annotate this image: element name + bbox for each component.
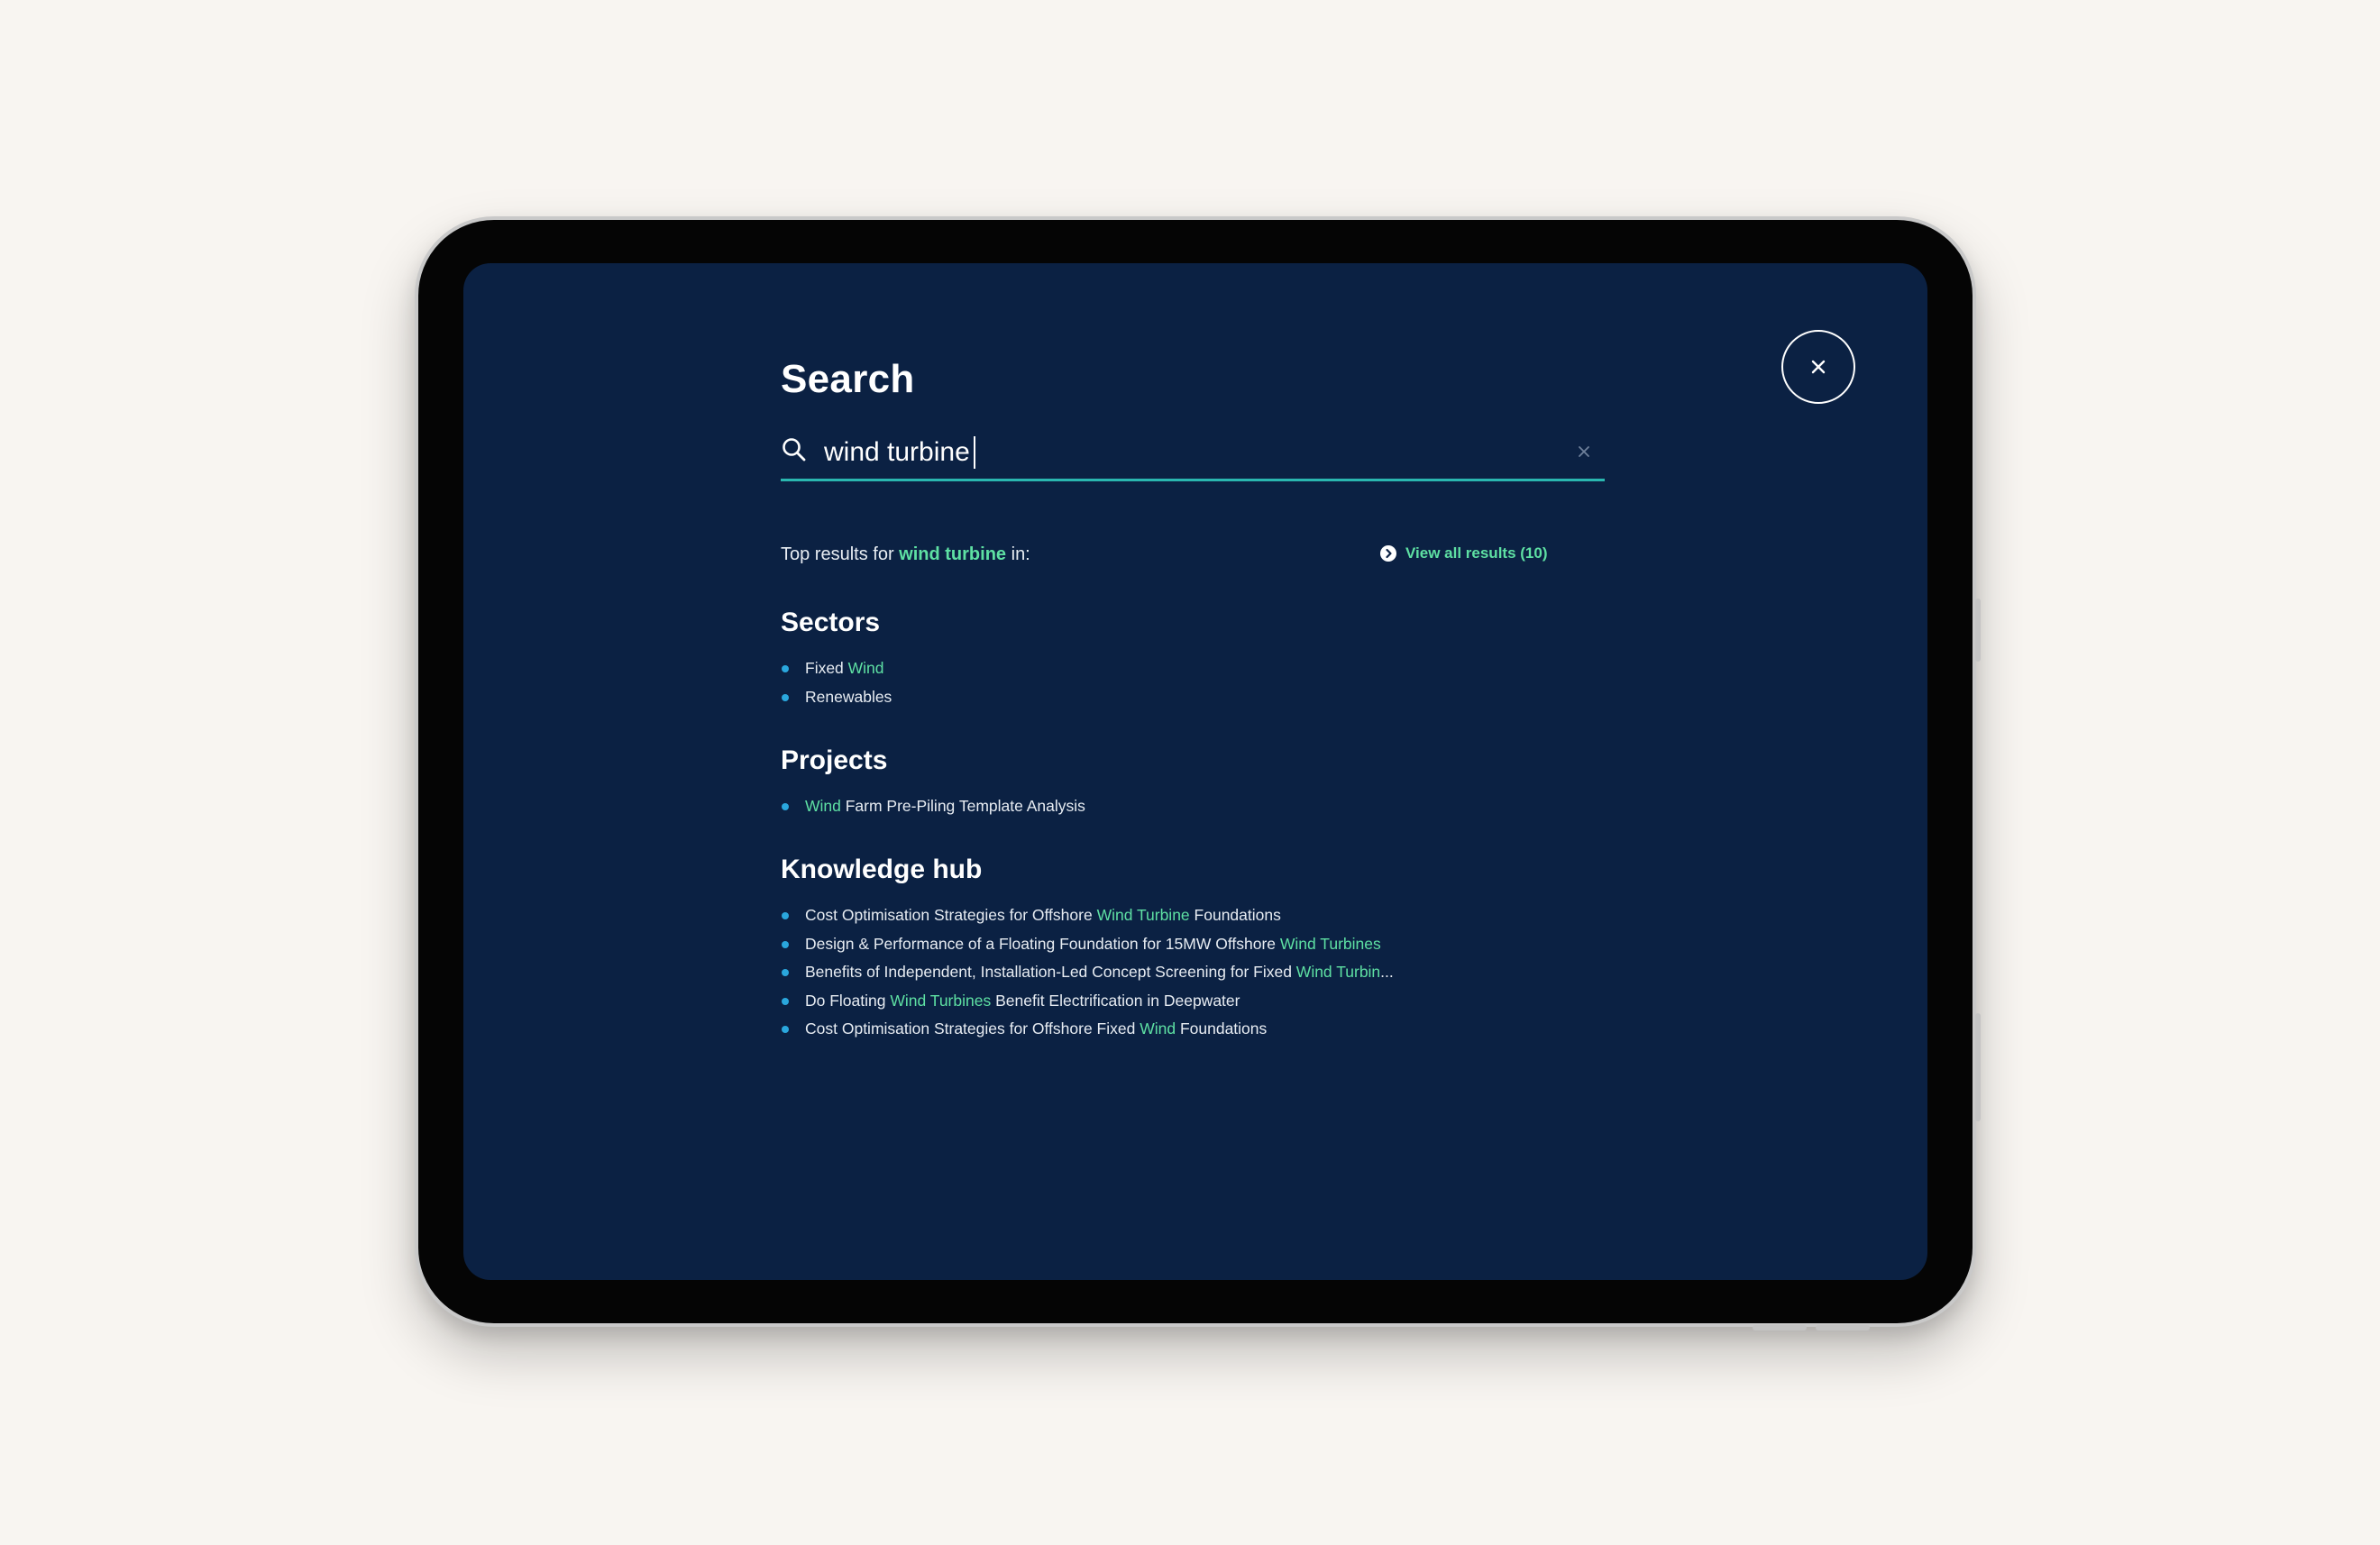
view-all-results-label: View all results (10) bbox=[1405, 544, 1548, 562]
result-match-text: Wind Turbine bbox=[1096, 906, 1190, 924]
result-text: Fixed bbox=[805, 659, 848, 677]
sector-result-item[interactable]: Fixed Wind bbox=[781, 654, 892, 683]
result-text: Foundations bbox=[1189, 906, 1281, 924]
project-result-item[interactable]: Wind Farm Pre-Piling Template Analysis bbox=[781, 792, 1085, 821]
results-summary-prefix: Top results for bbox=[781, 544, 900, 564]
knowledge-hub-heading: Knowledge hub bbox=[781, 855, 983, 884]
page-title: Search bbox=[781, 357, 915, 401]
tablet-frame: Search Top results for wind turbine in: bbox=[415, 216, 1981, 1330]
tablet-bottom-button bbox=[1816, 1325, 1870, 1330]
knowledge-hub-result-item[interactable]: Benefits of Independent, Installation-Le… bbox=[781, 958, 1394, 987]
result-match-text: Wind Turbin bbox=[1295, 963, 1381, 981]
chevron-right-circle-icon bbox=[1380, 545, 1396, 562]
result-text: Design & Performance of a Floating Found… bbox=[805, 934, 1280, 953]
results-summary-suffix: in: bbox=[1006, 544, 1030, 564]
result-match-text: Wind Turbines bbox=[1279, 934, 1381, 953]
knowledge-hub-list: Cost Optimisation Strategies for Offshor… bbox=[781, 901, 1394, 1044]
search-icon bbox=[783, 438, 806, 462]
clear-icon[interactable] bbox=[1574, 442, 1594, 462]
result-match-text: Wind bbox=[847, 659, 884, 677]
search-input[interactable] bbox=[824, 427, 1545, 478]
result-text: ... bbox=[1380, 963, 1394, 981]
projects-list: Wind Farm Pre-Piling Template Analysis bbox=[781, 792, 1085, 821]
sectors-heading: Sectors bbox=[781, 608, 881, 637]
tablet-side-button bbox=[1975, 599, 1981, 662]
result-match-text: Wind Turbines bbox=[890, 991, 992, 1010]
close-icon bbox=[1811, 360, 1826, 374]
close-button[interactable] bbox=[1781, 330, 1855, 404]
result-text: Renewables bbox=[805, 687, 892, 706]
projects-heading: Projects bbox=[781, 745, 888, 775]
tablet-side-button bbox=[1975, 1013, 1981, 1121]
result-text: Do Floating bbox=[805, 991, 891, 1010]
result-text: Benefit Electrification in Deepwater bbox=[991, 991, 1240, 1010]
result-match-text: Wind bbox=[1140, 1019, 1176, 1038]
text-caret bbox=[973, 436, 975, 469]
view-all-results-link[interactable]: View all results (10) bbox=[1379, 544, 1547, 562]
result-text: Cost Optimisation Strategies for Offshor… bbox=[805, 906, 1097, 924]
results-summary-term: wind turbine bbox=[899, 544, 1007, 564]
knowledge-hub-result-item[interactable]: Do Floating Wind Turbines Benefit Electr… bbox=[781, 987, 1394, 1016]
result-text: Foundations bbox=[1176, 1019, 1268, 1038]
knowledge-hub-result-item[interactable]: Cost Optimisation Strategies for Offshor… bbox=[781, 1015, 1394, 1044]
search-overlay: Search Top results for wind turbine in: bbox=[463, 263, 1927, 1280]
result-text: Benefits of Independent, Installation-Le… bbox=[805, 963, 1296, 981]
search-field[interactable] bbox=[781, 427, 1605, 481]
knowledge-hub-result-item[interactable]: Design & Performance of a Floating Found… bbox=[781, 930, 1394, 959]
result-match-text: Wind bbox=[805, 797, 841, 815]
tablet-bottom-button bbox=[1753, 1325, 1807, 1330]
result-text: Farm Pre-Piling Template Analysis bbox=[840, 797, 1085, 815]
sectors-list: Fixed Wind Renewables bbox=[781, 654, 892, 711]
sector-result-item[interactable]: Renewables bbox=[781, 683, 892, 712]
result-text: Cost Optimisation Strategies for Offshor… bbox=[805, 1019, 1140, 1038]
knowledge-hub-result-item[interactable]: Cost Optimisation Strategies for Offshor… bbox=[781, 901, 1394, 930]
results-summary: Top results for wind turbine in: bbox=[781, 544, 1030, 565]
